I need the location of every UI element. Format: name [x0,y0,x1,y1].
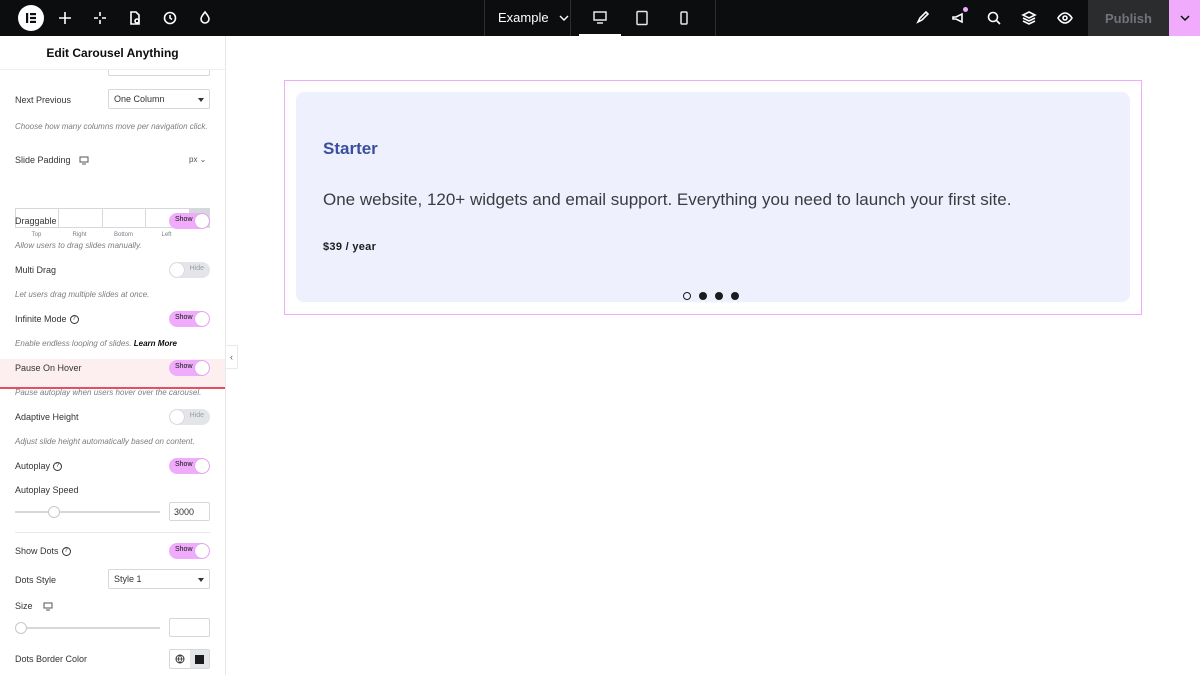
divider [15,532,210,533]
chevron-down-icon [559,15,569,21]
padding-bottom-label: Bottom [113,232,133,238]
publish-button[interactable]: Publish [1088,0,1169,36]
publish-options-button[interactable] [1169,0,1200,36]
multi-drag-desc: Let users drag multiple slides at once. [15,290,150,299]
autoplay-speed-label: Autoplay Speed [15,485,79,495]
dots-style-value: Style 1 [114,574,142,584]
dots-border-color-control[interactable] [169,649,210,669]
multi-drag-toggle[interactable]: Hide [169,262,210,278]
autoplay-speed-slider-handle[interactable] [48,506,61,518]
size-slider[interactable] [15,627,160,629]
next-previous-desc: Choose how many columns move per navigat… [15,122,208,131]
ai-sparkle-icon[interactable] [90,8,110,28]
draggable-desc: Allow users to drag slides manually. [15,241,142,250]
draggable-toggle[interactable]: Show [169,213,210,229]
infinite-mode-desc: Enable endless looping of slides. Learn … [15,339,177,348]
unit-selector[interactable]: px ⌄ [189,155,206,164]
help-icon[interactable]: ? [61,547,71,557]
slide-title: Starter [323,139,378,158]
dots-style-select[interactable]: Style 1 [108,569,210,589]
page-settings-icon[interactable] [125,8,145,28]
top-bar: Example Publish [0,0,1200,36]
panel-title: Edit Carousel Anything [0,36,225,70]
editor-panel: Edit Carousel Anything Next Previous One… [0,36,226,675]
adaptive-height-toggle[interactable]: Hide [169,409,210,425]
carousel-dot[interactable] [699,292,707,300]
help-icon[interactable]: ? [53,462,63,472]
infinite-mode-toggle[interactable]: Show [169,311,210,327]
autoplay-speed-input[interactable]: 3000 [169,502,210,521]
color-swatch[interactable] [189,650,209,668]
padding-top-label: Top [31,232,42,238]
document-title: Example [498,10,549,25]
notification-dot [963,7,968,12]
padding-right-label: Right [72,232,87,238]
carousel-dots [683,292,739,300]
chevron-down-icon [1179,15,1190,22]
carousel-dot[interactable] [715,292,723,300]
desktop-view-icon[interactable] [579,0,621,36]
desktop-icon[interactable] [43,602,53,611]
tablet-view-icon[interactable] [621,0,663,36]
mobile-view-icon[interactable] [663,0,705,36]
autoplay-speed-slider[interactable] [15,511,160,513]
caret-down-icon [198,98,204,102]
globe-icon[interactable] [170,650,190,668]
pause-on-hover-desc: Pause autoplay when users hover over the… [15,388,202,397]
rocket-icon[interactable] [912,8,932,28]
show-dots-toggle[interactable]: Show [169,543,210,559]
collapse-panel-icon[interactable]: ‹ [226,345,238,369]
elementor-logo-icon[interactable] [18,5,44,31]
padding-left-label: Left [161,232,172,238]
preview-eye-icon[interactable] [1055,8,1075,28]
autoplay-toggle[interactable]: Show [169,458,210,474]
pause-on-hover-toggle[interactable]: Show [169,360,210,376]
help-icon[interactable]: ? [69,315,79,325]
caret-down-icon [198,578,204,582]
add-element-icon[interactable] [55,8,75,28]
size-label: Size [15,601,210,611]
slide-description: One website, 120+ widgets and email supp… [323,190,1012,209]
document-title-dropdown[interactable]: Example [498,10,569,25]
size-input[interactable] [169,618,210,637]
search-icon[interactable] [984,8,1004,28]
adaptive-height-desc: Adjust slide height automatically based … [15,437,195,446]
desktop-icon[interactable] [79,156,89,165]
next-previous-value: One Column [114,94,165,104]
slide-price: $39 / year [323,241,377,253]
carousel-dot[interactable] [683,292,691,300]
slide-padding-label: Slide Padding [15,155,210,165]
next-previous-select[interactable]: One Column [108,89,210,109]
learn-more-link[interactable]: Learn More [134,339,177,348]
site-settings-icon[interactable] [195,8,215,28]
structure-layers-icon[interactable] [1019,8,1039,28]
history-icon[interactable] [160,8,180,28]
size-slider-handle[interactable] [15,622,27,634]
carousel-dot[interactable] [731,292,739,300]
